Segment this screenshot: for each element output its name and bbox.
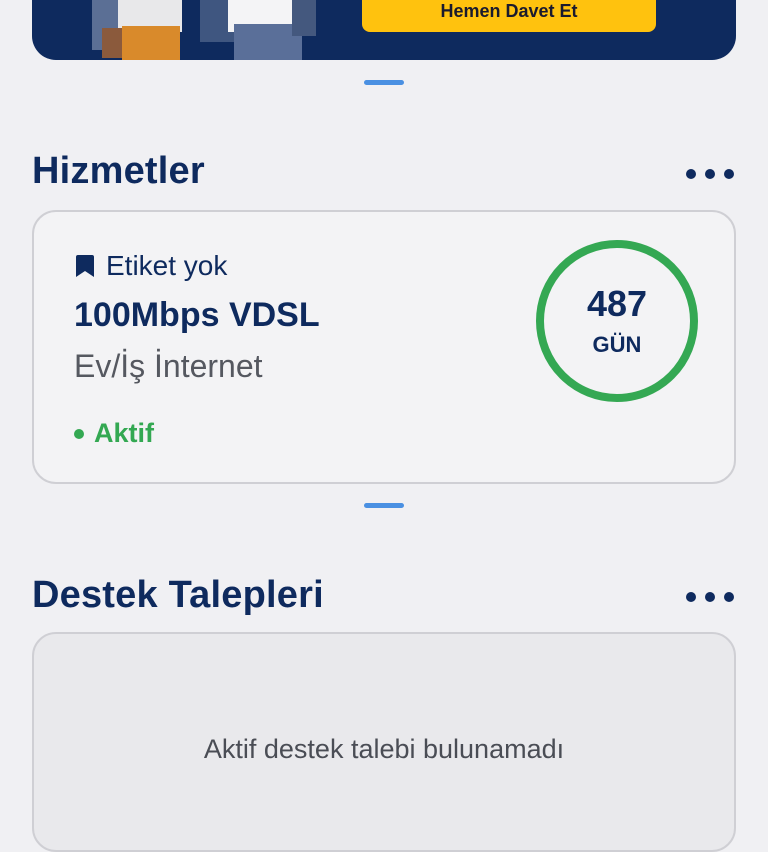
more-dot: [686, 592, 696, 602]
service-card[interactable]: Etiket yok 100Mbps VDSL Ev/İş İnternet A…: [32, 210, 736, 484]
carousel-indicator: [364, 80, 404, 85]
status-badge: Aktif: [74, 418, 154, 449]
remaining-days-ring: 487 GÜN: [536, 240, 698, 402]
status-label: Aktif: [94, 418, 154, 448]
service-type: Ev/İş İnternet: [74, 348, 263, 384]
tag-row[interactable]: Etiket yok: [76, 250, 227, 282]
service-name: 100Mbps VDSL: [74, 296, 320, 334]
support-more-button[interactable]: [686, 587, 734, 607]
days-unit: GÜN: [592, 332, 642, 357]
carousel-indicator: [364, 503, 404, 508]
status-dot-icon: [74, 428, 84, 439]
more-dot: [724, 169, 734, 179]
promo-banner[interactable]: Hemen Davet Et: [32, 0, 736, 60]
empty-state-message: Aktif destek talebi bulunamadı: [203, 734, 565, 764]
bookmark-icon: [76, 255, 94, 277]
more-dot: [705, 169, 715, 179]
services-more-button[interactable]: [686, 164, 734, 184]
days-value: 487: [586, 283, 648, 324]
more-dot: [724, 592, 734, 602]
tag-label: Etiket yok: [106, 250, 228, 281]
support-title: Destek Talepleri: [32, 574, 324, 616]
people-illustration: [88, 0, 320, 60]
more-dot: [686, 169, 696, 179]
invite-now-button[interactable]: Hemen Davet Et: [362, 0, 656, 32]
services-title: Hizmetler: [32, 150, 205, 192]
more-dot: [705, 592, 715, 602]
support-card: Aktif destek talebi bulunamadı: [32, 632, 736, 852]
